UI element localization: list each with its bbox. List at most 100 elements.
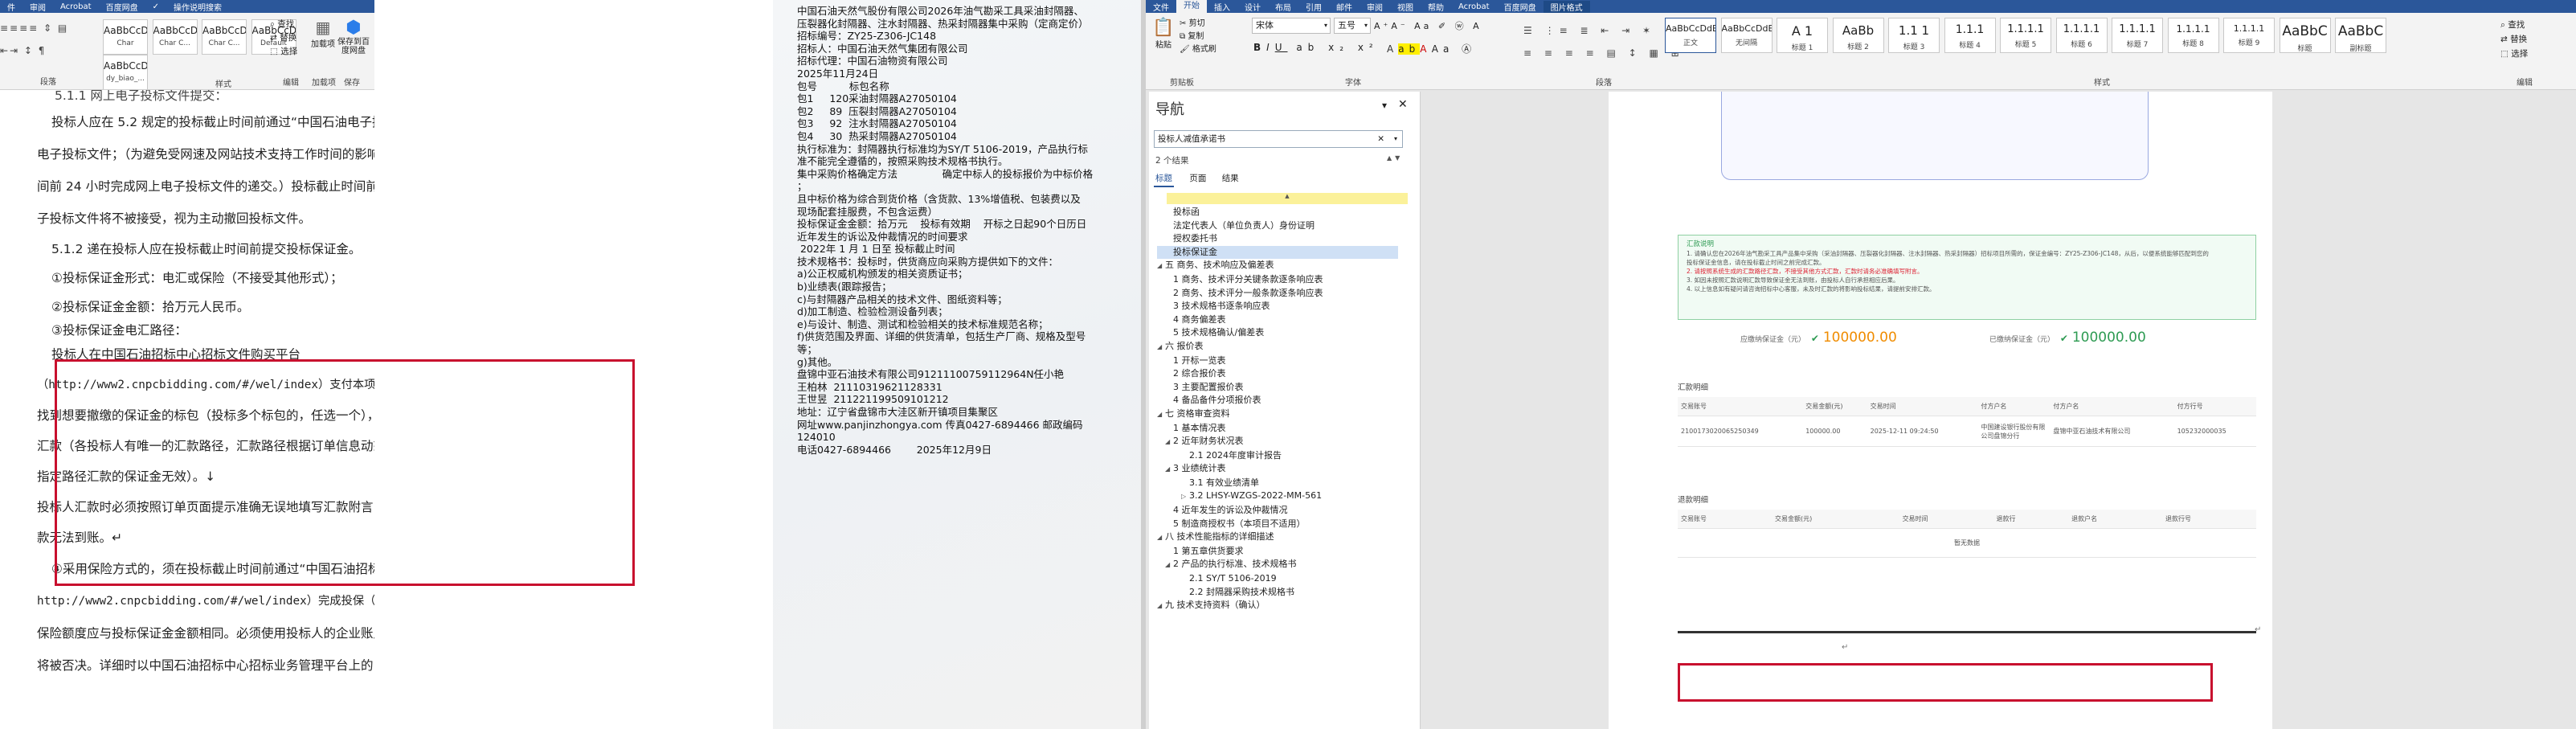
collapse-icon[interactable]: ◢ xyxy=(1157,408,1165,422)
replace-command[interactable]: ⇄ 替换 xyxy=(270,31,310,45)
nav-item[interactable]: 2.1 2024年度审计报告 xyxy=(1157,449,1414,463)
collapse-icon[interactable]: ◢ xyxy=(1157,531,1165,545)
copy-command[interactable]: ⧉ 复制 xyxy=(1180,31,1216,43)
style-item[interactable]: AaBbCcDt Char C... xyxy=(152,19,198,55)
nav-search-input[interactable]: 投标人减值承诺书 ✕ ▾ xyxy=(1154,130,1403,148)
right-tab[interactable]: 设计 xyxy=(1237,1,1268,13)
collapse-icon[interactable]: ◢ xyxy=(1165,463,1173,477)
indent-icons[interactable]: ⇤⇥ ↕ ¶ xyxy=(0,45,96,56)
nav-item[interactable]: 5 制造商授权书（本项目不适用） xyxy=(1157,518,1414,531)
style-item[interactable]: 1.1.1.1 标题 8 xyxy=(2167,18,2219,53)
nav-item[interactable]: 4 近年发生的诉讼及仲裁情况 xyxy=(1157,504,1414,518)
left-tab[interactable]: ✓ xyxy=(145,2,166,11)
collapse-icon[interactable]: ◢ xyxy=(1157,260,1165,273)
nav-item[interactable]: ◢ 五 商务、技术响应及偏差表 xyxy=(1157,259,1414,273)
right-tab[interactable]: 引用 xyxy=(1298,1,1329,13)
find-command[interactable]: ⌕ 查找 xyxy=(270,18,310,31)
nav-item[interactable]: ◢ 2 产品的执行标准、技术规格书 xyxy=(1157,558,1414,572)
clear-search-icon[interactable]: ✕ xyxy=(1377,131,1384,147)
nav-item[interactable]: ◢ 七 资格审查资料 xyxy=(1157,408,1414,422)
nav-item[interactable]: 3 主要配置报价表 xyxy=(1157,381,1414,395)
style-item[interactable]: 1.1.1.1 标题 9 xyxy=(2223,18,2275,53)
font-size-select[interactable]: 五号 ▾ xyxy=(1334,18,1371,34)
expand-icon[interactable]: ▷ xyxy=(1181,490,1189,504)
font-color-buttons[interactable]: AabAAa Ⓐ xyxy=(1387,42,1476,55)
nav-item[interactable]: 授权委托书 xyxy=(1157,232,1414,246)
nav-scroll-up-bar[interactable]: ▲ xyxy=(1167,193,1408,204)
style-item[interactable]: AaBbCcD Char xyxy=(103,19,148,55)
font-format-buttons[interactable]: BIU ab x₂ x² xyxy=(1253,42,1379,53)
select-command[interactable]: ⬚ 选择 xyxy=(2500,47,2528,61)
nav-item[interactable]: ◢ 八 技术性能指标的详细描述 xyxy=(1157,530,1414,545)
right-tab[interactable]: 布局 xyxy=(1268,1,1298,13)
right-tab[interactable]: Acrobat xyxy=(1451,2,1497,11)
nav-item[interactable]: 1 基本情况表 xyxy=(1157,422,1414,436)
right-tab-home[interactable]: 开始 xyxy=(1176,0,1207,13)
right-tab[interactable]: 审阅 xyxy=(1360,1,1390,13)
nav-item[interactable]: 1 开标一览表 xyxy=(1157,354,1414,368)
font-grow-shrink[interactable]: A⁺A⁻ Aa ✐ ⓦ A xyxy=(1374,19,1482,32)
chevron-down-icon[interactable]: ▾ xyxy=(1394,131,1397,147)
right-tab[interactable]: 帮助 xyxy=(1421,1,1451,13)
nav-item[interactable]: 4 备品备件分项报价表 xyxy=(1157,394,1414,408)
nav-item[interactable]: 2 商务、技术评分一般条款逐条响应表 xyxy=(1157,287,1414,301)
nav-item[interactable]: 投标函 xyxy=(1157,206,1414,219)
nav-prev-next[interactable]: ▲▼ xyxy=(1387,154,1403,162)
nav-item[interactable]: 2 综合报价表 xyxy=(1157,367,1414,381)
nav-tab-pages[interactable]: 页面 xyxy=(1189,174,1206,183)
nav-item[interactable]: 1 第五章供货要求 xyxy=(1157,545,1414,559)
nav-item[interactable]: ◢ 九 技术支持资料（确认） xyxy=(1157,599,1414,613)
nav-item[interactable]: ◢ 3 业绩统计表 xyxy=(1157,462,1414,477)
style-item[interactable]: 1.1.1.1 标题 6 xyxy=(2055,18,2108,53)
nav-item[interactable]: 1 商务、技术评分关键条款逐条响应表 xyxy=(1157,273,1414,287)
left-tab-search[interactable]: 操作说明搜索 xyxy=(166,1,229,13)
nav-item[interactable]: ◢ 2 近年财务状况表 xyxy=(1157,435,1414,449)
style-item[interactable]: 1.1 1 标题 3 xyxy=(1888,18,1940,53)
collapse-icon[interactable]: ◢ xyxy=(1157,341,1165,354)
nav-item[interactable]: 3.1 有效业绩清单 xyxy=(1157,477,1414,490)
right-tab[interactable]: 文件 xyxy=(1146,1,1176,13)
style-item[interactable]: AaBbCcD Char C... xyxy=(202,19,247,55)
style-item[interactable]: AaBbC 标题 xyxy=(2279,18,2331,53)
right-tab[interactable]: 邮件 xyxy=(1329,1,1360,13)
format-painter-command[interactable]: 🖌 格式刷 xyxy=(1180,43,1216,56)
style-item[interactable]: 1.1.1.1 标题 5 xyxy=(2000,18,2051,53)
nav-item[interactable]: 2.2 封隔器采购技术规格书 xyxy=(1157,586,1414,600)
left-tab[interactable]: 百度网盘 xyxy=(99,1,145,13)
nav-item[interactable]: 2.1 SY/T 5106-2019 xyxy=(1157,572,1414,586)
nav-pane-options-icon[interactable]: ▾ xyxy=(1382,100,1387,111)
nav-item[interactable]: ◢ 六 报价表 xyxy=(1157,340,1414,354)
nav-tab-headings[interactable]: 标题 xyxy=(1154,174,1174,187)
right-tab[interactable]: 百度网盘 xyxy=(1497,1,1544,13)
nav-item[interactable]: 4 商务偏差表 xyxy=(1157,313,1414,327)
left-tab[interactable]: 件 xyxy=(0,1,22,13)
style-item[interactable]: AaBbC 副标题 xyxy=(2335,18,2386,53)
cut-command[interactable]: ✂ 剪切 xyxy=(1180,18,1216,31)
nav-tab-results[interactable]: 结果 xyxy=(1222,174,1239,183)
right-tab[interactable]: 视图 xyxy=(1390,1,1421,13)
replace-command[interactable]: ⇄ 替换 xyxy=(2500,32,2528,47)
nav-item[interactable]: 3 技术规格书逐条响应表 xyxy=(1157,300,1414,313)
collapse-icon[interactable]: ◢ xyxy=(1165,559,1173,572)
right-tab[interactable]: 图片格式 xyxy=(1543,0,1590,13)
select-command[interactable]: ⬚ 选择 xyxy=(270,45,310,59)
style-item[interactable]: AaBbCcDdE 无间隔 xyxy=(1720,18,1773,53)
style-item[interactable]: A 1 标题 1 xyxy=(1777,18,1828,53)
right-document-area[interactable]: 汇款说明 1. 请确认您在2026年油气勘采工具产品集中采购（采油封隔器、压裂器… xyxy=(1424,92,2576,729)
addin-button[interactable]: ▦ 加载项 xyxy=(311,18,335,49)
nav-item[interactable]: 法定代表人（单位负责人）身份证明 xyxy=(1157,219,1414,233)
style-item[interactable]: 1.1.1 标题 4 xyxy=(1944,18,1996,53)
left-tab[interactable]: Acrobat xyxy=(53,2,99,11)
nav-item-selected[interactable]: 投标保证金 xyxy=(1157,245,1398,260)
nav-item[interactable]: ▷ 3.2 LHSY-WZGS-2022-MM-561 xyxy=(1157,489,1414,504)
nav-pane-close-icon[interactable]: ✕ xyxy=(1398,98,1408,111)
style-item[interactable]: AaBbCcDt dy_biao_... xyxy=(103,55,148,89)
save-to-baidu-button[interactable]: ⬢ 保存到百度网盘 xyxy=(336,18,371,55)
align-icons[interactable]: ≡≡≡≡ ⇕ ▤ xyxy=(0,23,96,34)
font-name-select[interactable]: 宋体 ▾ xyxy=(1252,18,1331,34)
nav-item[interactable]: 5 技术规格确认/偏差表 xyxy=(1157,326,1414,340)
right-tab[interactable]: 插入 xyxy=(1207,1,1237,13)
style-item-normal[interactable]: AaBbCcDdE 正文 xyxy=(1665,18,1716,53)
collapse-icon[interactable]: ◢ xyxy=(1157,600,1165,613)
paste-button[interactable]: 📋 粘贴 xyxy=(1149,18,1178,50)
